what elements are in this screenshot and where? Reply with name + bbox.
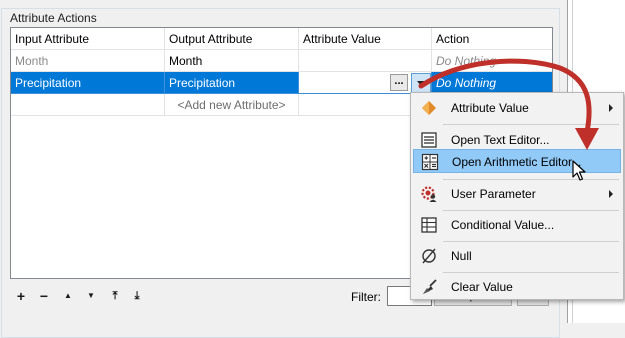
- move-to-bottom-button[interactable]: ⤓: [130, 289, 144, 303]
- broom-icon: [423, 279, 437, 294]
- header-row: Input Attribute Output Attribute Attribu…: [11, 28, 552, 50]
- menu-item-user-parameter[interactable]: User Parameter: [413, 182, 621, 206]
- menu-item-label: Null: [451, 249, 472, 263]
- menu-separator: [443, 124, 619, 125]
- submenu-arrow-icon: [609, 190, 613, 198]
- calculator-icon: [421, 153, 439, 171]
- group-title: Attribute Actions: [8, 11, 99, 25]
- ellipsis-button[interactable]: ...: [390, 74, 408, 91]
- add-new-attribute-cell[interactable]: <Add new Attribute>: [165, 94, 299, 116]
- chevron-down-icon: [417, 81, 425, 86]
- table-grid-icon: [421, 217, 437, 233]
- filter-label: Filter:: [351, 290, 381, 304]
- menu-separator: [443, 179, 619, 180]
- attribute-value-context-menu: Attribute Value Open Text Editor... Open…: [410, 92, 624, 300]
- menu-item-label: Open Arithmetic Editor...: [452, 155, 582, 169]
- action-cell[interactable]: Do Nothing: [432, 72, 552, 94]
- menu-separator: [443, 272, 619, 273]
- input-attribute-cell[interactable]: [11, 94, 165, 116]
- submenu-arrow-icon: [609, 104, 613, 112]
- text-editor-icon: [421, 132, 437, 148]
- move-up-button[interactable]: ▲: [61, 289, 75, 303]
- menu-item-conditional-value[interactable]: Conditional Value...: [413, 213, 621, 237]
- value-dropdown-button[interactable]: [411, 73, 431, 93]
- menu-item-open-arithmetic-editor[interactable]: Open Arithmetic Editor...: [413, 149, 621, 173]
- move-down-button[interactable]: ▼: [84, 289, 98, 303]
- add-row-button[interactable]: +: [14, 289, 28, 303]
- menu-item-label: Conditional Value...: [451, 218, 555, 232]
- output-attribute-cell[interactable]: Month: [165, 50, 299, 72]
- menu-separator: [443, 241, 619, 242]
- table-row-selected[interactable]: Precipitation Precipitation Do Nothing .…: [11, 72, 552, 94]
- table-row[interactable]: Month Month Do Nothing: [11, 50, 552, 72]
- input-attribute-cell[interactable]: Month: [11, 50, 165, 72]
- column-header-output-attribute[interactable]: Output Attribute: [165, 28, 299, 50]
- menu-item-label: Attribute Value: [451, 101, 529, 115]
- null-icon: [422, 248, 436, 264]
- mouse-cursor-icon: [572, 160, 586, 181]
- menu-separator: [443, 210, 619, 211]
- menu-item-label: Clear Value: [451, 280, 513, 294]
- column-header-attribute-value[interactable]: Attribute Value: [299, 28, 432, 50]
- user-parameter-icon: [421, 186, 437, 202]
- attribute-value-cell[interactable]: [299, 50, 432, 72]
- diamond-arrow-icon: [422, 101, 436, 115]
- menu-item-clear-value[interactable]: Clear Value: [413, 275, 621, 299]
- input-attribute-cell[interactable]: Precipitation: [11, 72, 165, 94]
- remove-row-button[interactable]: −: [37, 289, 51, 303]
- menu-item-label: User Parameter: [451, 187, 536, 201]
- column-header-input-attribute[interactable]: Input Attribute: [11, 28, 165, 50]
- output-attribute-cell[interactable]: Precipitation: [165, 72, 299, 94]
- menu-item-attribute-value[interactable]: Attribute Value: [413, 96, 621, 120]
- action-cell[interactable]: Do Nothing: [432, 50, 552, 72]
- menu-item-null[interactable]: Null: [413, 244, 621, 268]
- column-header-action[interactable]: Action: [432, 28, 552, 50]
- move-to-top-button[interactable]: ⤒: [108, 289, 122, 303]
